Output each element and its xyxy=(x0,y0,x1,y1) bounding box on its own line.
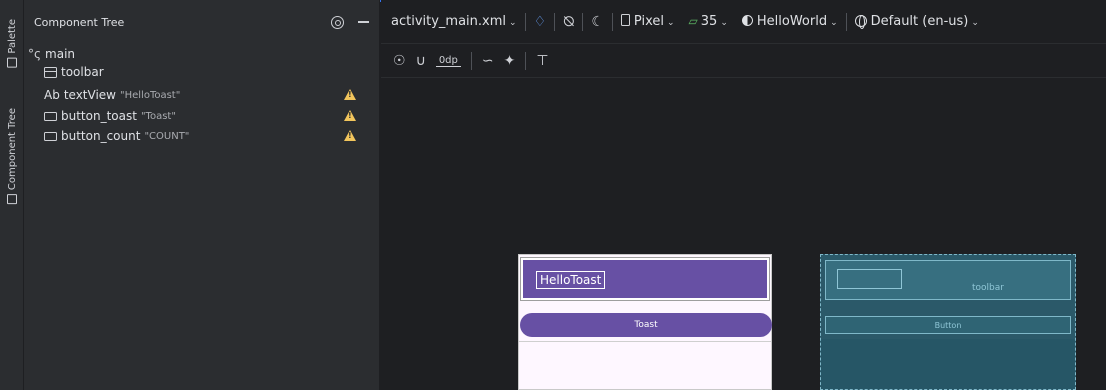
guidelines-icon[interactable]: ⊤ xyxy=(536,53,548,69)
left-tool-strip: Palette Component Tree xyxy=(0,0,24,390)
component-tree-header: Component Tree xyxy=(24,0,379,44)
tree-node-button-toast[interactable]: button_toast "Toast" xyxy=(24,107,380,125)
divider xyxy=(525,51,527,70)
magnet-icon[interactable]: ∪ xyxy=(416,53,426,69)
design-preview[interactable]: HelloToast Toast xyxy=(518,254,772,390)
theme-icon xyxy=(741,15,753,26)
panel-title: Component Tree xyxy=(34,15,125,29)
tree-node-textview[interactable]: Ab textView "HelloToast" xyxy=(24,86,380,104)
preview-divider xyxy=(519,341,771,342)
minimize-icon[interactable] xyxy=(358,21,369,23)
layout-editor: activity_main.xml ⌄ ♢ ⦰ ☾ Pixel ⌄ ▱ 35 ⌄ Hel… xyxy=(381,0,1106,390)
device-selector[interactable]: Pixel ⌄ xyxy=(620,14,675,29)
infer-constraints-icon[interactable]: ✦ xyxy=(504,53,516,69)
blueprint-body xyxy=(821,339,1075,389)
gear-icon[interactable] xyxy=(331,15,344,29)
preview-title[interactable]: HelloToast xyxy=(536,271,606,289)
divider xyxy=(845,12,847,31)
component-tree-tab-label: Component Tree xyxy=(6,107,18,191)
warning-icon[interactable] xyxy=(344,130,356,141)
palette-tab-label: Palette xyxy=(6,18,18,54)
palette-icon xyxy=(7,57,17,68)
android-icon: ▱ xyxy=(688,14,698,28)
night-mode-icon[interactable]: ☾ xyxy=(591,14,604,30)
divider xyxy=(582,12,584,31)
component-tree-tab[interactable]: Component Tree xyxy=(0,96,24,216)
blueprint-preview[interactable]: toolbar Button xyxy=(820,254,1076,390)
button-icon xyxy=(44,111,57,121)
divider xyxy=(470,51,472,70)
toolbar-icon xyxy=(44,66,57,78)
default-margin-selector[interactable]: 0dp xyxy=(435,55,461,67)
api-selector[interactable]: ▱ 35 ⌄ xyxy=(689,14,728,29)
tree-node-button-count[interactable]: button_count "COUNT" xyxy=(24,127,380,145)
device-name: Pixel xyxy=(633,14,664,29)
theme-name: HelloWorld xyxy=(756,14,828,29)
chevron-down-icon: ⌄ xyxy=(509,18,517,28)
design-surface-icon[interactable]: ♢ xyxy=(534,14,547,30)
divider xyxy=(554,12,556,31)
phone-icon xyxy=(620,14,630,26)
preview-toast-button[interactable]: Toast xyxy=(520,313,772,337)
orientation-icon[interactable]: ⦰ xyxy=(563,14,574,30)
chevron-down-icon: ⌄ xyxy=(830,18,838,28)
locale-selector[interactable]: Default (en-us) ⌄ xyxy=(854,14,979,29)
globe-icon xyxy=(854,15,867,29)
design-toolbar: ☉ ∪ 0dp ∽ ✦ ⊤ xyxy=(381,44,1106,78)
blueprint-toolbar-label: toolbar xyxy=(972,283,1004,293)
tree-node-label: toolbar xyxy=(61,65,104,79)
tree-node-attr: "Toast" xyxy=(140,110,176,122)
eye-icon[interactable]: ☉ xyxy=(393,53,406,69)
blueprint-toolbar[interactable]: toolbar xyxy=(825,260,1071,300)
clear-constraints-icon[interactable]: ∽ xyxy=(482,53,494,69)
palette-tab[interactable]: Palette xyxy=(0,6,24,80)
tree-icon xyxy=(7,194,17,205)
divider xyxy=(524,12,526,31)
file-selector[interactable]: activity_main.xml ⌄ xyxy=(391,14,517,29)
tree-node-label: button_count xyxy=(61,129,141,143)
warning-icon[interactable] xyxy=(344,110,356,121)
tree-node-toolbar[interactable]: toolbar xyxy=(24,63,380,81)
file-name: activity_main.xml xyxy=(391,14,507,29)
blueprint-button[interactable]: Button xyxy=(825,316,1071,334)
tree-node-main[interactable]: °ς main xyxy=(24,45,380,63)
editor-toolbar: activity_main.xml ⌄ ♢ ⦰ ☾ Pixel ⌄ ▱ 35 ⌄ Hel… xyxy=(381,0,1106,44)
component-tree-panel: Component Tree °ς main toolbar Ab textVi… xyxy=(24,0,380,390)
tree-node-label: textView xyxy=(63,88,116,102)
tree-node-attr: "HelloToast" xyxy=(120,89,181,101)
warning-icon[interactable] xyxy=(344,89,356,100)
tree-node-label: button_toast xyxy=(61,109,137,123)
tree-node-attr: "COUNT" xyxy=(144,130,190,142)
preview-app-bar[interactable]: HelloToast xyxy=(520,257,770,301)
text-view-icon: Ab xyxy=(44,88,60,102)
chevron-down-icon: ⌄ xyxy=(971,18,979,28)
tree-node-label: main xyxy=(45,47,76,61)
button-icon xyxy=(44,131,57,141)
divider xyxy=(611,12,613,31)
api-level: 35 xyxy=(700,14,718,29)
chevron-down-icon: ⌄ xyxy=(720,18,728,28)
theme-selector[interactable]: HelloWorld ⌄ xyxy=(741,14,838,29)
chevron-down-icon: ⌄ xyxy=(667,18,675,28)
constraint-layout-icon: °ς xyxy=(28,47,42,61)
locale-name: Default (en-us) xyxy=(870,14,969,29)
